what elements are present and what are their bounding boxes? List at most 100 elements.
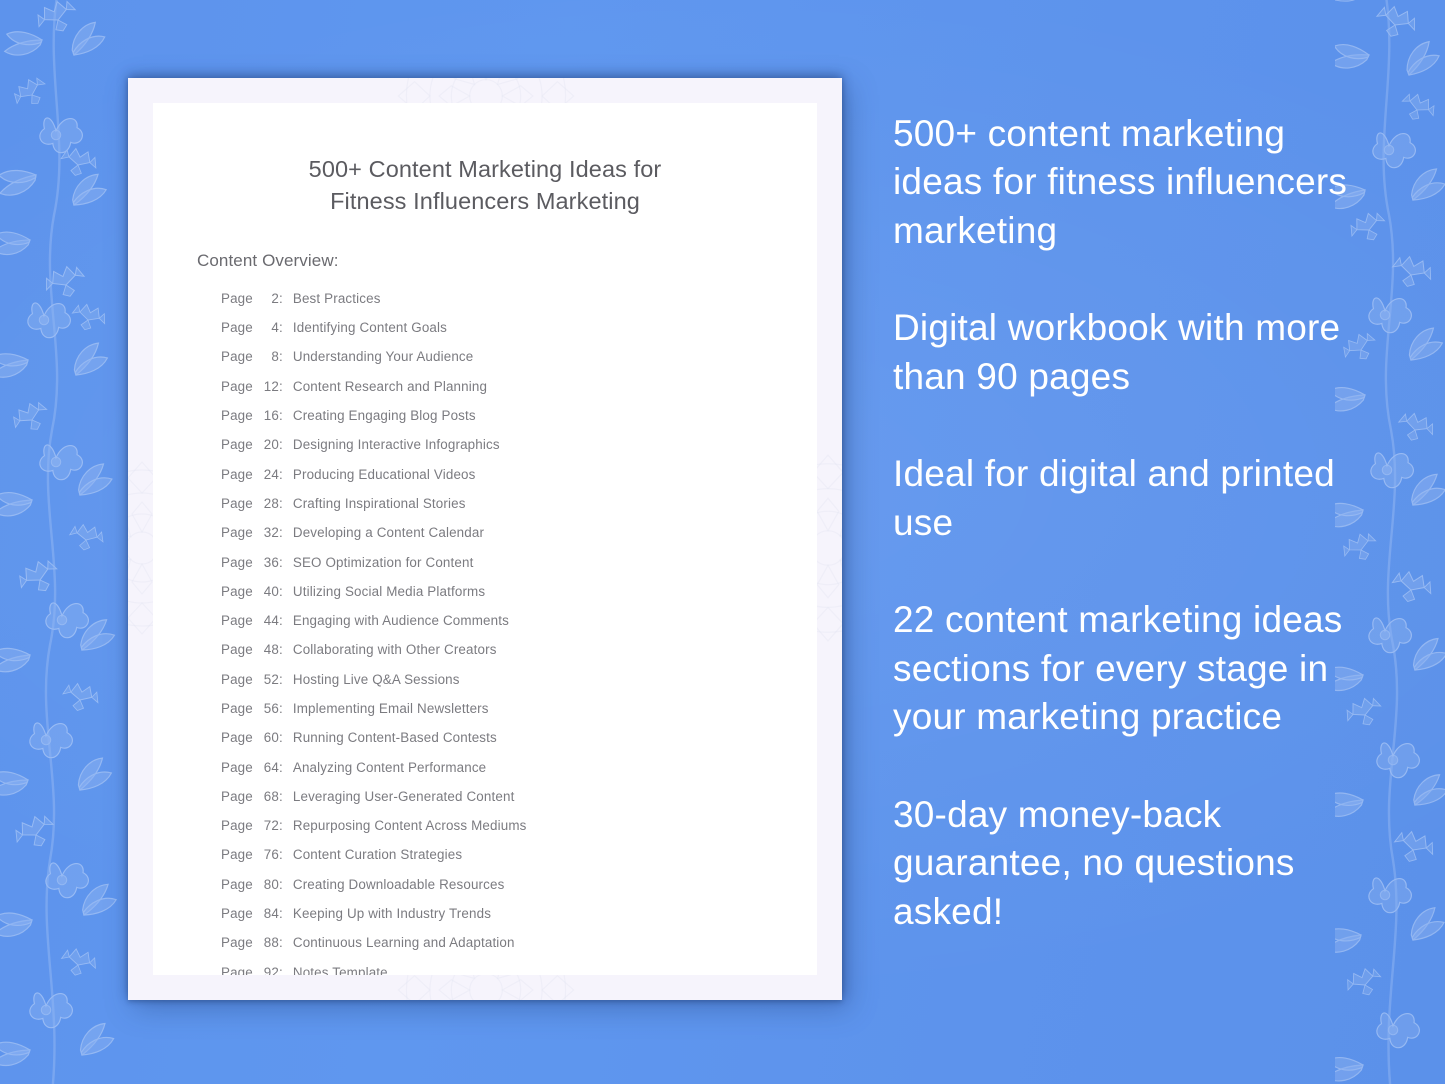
- toc-page-word: Page: [221, 935, 253, 951]
- toc-colon: :: [279, 349, 283, 365]
- toc-page-number: 68: [263, 788, 279, 804]
- toc-page-word: Page: [221, 290, 253, 306]
- toc-colon: :: [279, 701, 283, 716]
- toc-page-number: 12: [263, 378, 279, 394]
- toc-page-word: Page: [221, 964, 253, 975]
- toc-section-title: Utilizing Social Media Platforms: [292, 583, 486, 599]
- toc-colon: :: [279, 876, 283, 892]
- toc-row: Page 88: Continuous Learning and Adaptatio…: [221, 935, 817, 964]
- toc-section-title: Best Practices: [292, 290, 381, 306]
- toc-page-number: 36: [263, 554, 279, 570]
- toc-page-number: 64: [263, 759, 279, 775]
- toc-section-title: Creating Downloadable Resources: [292, 876, 505, 892]
- toc-section-title: Notes Template: [292, 964, 388, 975]
- toc-page-number: 2: [271, 290, 279, 306]
- toc-section-title: Leveraging User-Generated Content: [292, 788, 515, 804]
- toc-section-title: Collaborating with Other Creators: [292, 642, 497, 658]
- document-page: 500+ Content Marketing Ideas for Fitness…: [153, 103, 817, 975]
- toc-page-word: Page: [221, 495, 253, 511]
- toc-page-number: 20: [263, 437, 279, 453]
- toc-section-title: Keeping Up with Industry Trends: [292, 906, 492, 922]
- toc-colon: :: [279, 554, 283, 570]
- product-listing-image: 500+ Content Marketing Ideas for Fitness…: [0, 0, 1445, 1084]
- toc-row: Page 72: Repurposing Content Across Medium…: [221, 818, 817, 847]
- toc-colon: :: [279, 788, 283, 804]
- toc-page-number: 16: [263, 408, 279, 424]
- toc-page-word: Page: [221, 906, 253, 922]
- toc-row: Page 64: Analyzing Content Performance: [221, 760, 817, 789]
- toc-row: Page 48: Collaborating with Other Creators: [221, 642, 817, 671]
- page-title: 500+ Content Marketing Ideas for Fitness…: [153, 103, 817, 218]
- toc-page-word: Page: [221, 525, 253, 541]
- toc-row: Page 80: Creating Downloadable Resources: [221, 877, 817, 906]
- toc-page-word: Page: [221, 437, 253, 453]
- toc-section-title: Analyzing Content Performance: [292, 759, 487, 775]
- toc-page-number: 44: [263, 613, 279, 629]
- toc-page-word: Page: [221, 613, 253, 629]
- toc-page-number: 40: [263, 583, 279, 599]
- toc-section-title: Content Curation Strategies: [292, 847, 463, 863]
- toc-section-title: Continuous Learning and Adaptation: [292, 935, 515, 951]
- toc-page-word: Page: [221, 701, 253, 716]
- toc-colon: :: [279, 847, 283, 863]
- toc-section-title: SEO Optimization for Content: [292, 554, 474, 570]
- toc-page-word: Page: [221, 642, 253, 658]
- toc-colon: :: [279, 583, 283, 599]
- toc-row: Page 16: Creating Engaging Blog Posts: [221, 408, 817, 437]
- marketing-copy-item: Digital workbook with more than 90 pages: [893, 307, 1341, 397]
- floral-vine-pattern-icon: [0, 0, 119, 1084]
- toc-row: Page 8: Understanding Your Audience: [221, 349, 817, 378]
- toc-row: Page 20: Designing Interactive Infographic…: [221, 437, 817, 466]
- document-preview-card[interactable]: 500+ Content Marketing Ideas for Fitness…: [128, 78, 842, 1000]
- toc-page-number: 92: [263, 964, 279, 975]
- toc-page-number: 4: [271, 320, 279, 336]
- toc-colon: :: [279, 495, 283, 511]
- toc-section-title: Engaging with Audience Comments: [292, 613, 509, 629]
- toc-section-title: Crafting Inspirational Stories: [292, 495, 466, 511]
- toc-page-word: Page: [221, 759, 253, 775]
- toc-section-title: Repurposing Content Across Mediums: [292, 818, 527, 834]
- toc-page-word: Page: [221, 671, 253, 687]
- toc-page-number: 24: [263, 466, 279, 482]
- toc-row: Page 4: Identifying Content Goals: [221, 320, 817, 349]
- toc-row: Page 44: Engaging with Audience Comments: [221, 613, 817, 642]
- toc-section-title: Hosting Live Q&A Sessions: [292, 671, 460, 687]
- content-overview-label: Content Overview:: [197, 250, 339, 270]
- toc-page-word: Page: [221, 349, 253, 365]
- toc-row: Page 40: Utilizing Social Media Platforms: [221, 584, 817, 613]
- toc-section-title: Designing Interactive Infographics: [292, 437, 500, 453]
- toc-page-number: 32: [263, 525, 279, 541]
- toc-row: Page 32: Developing a Content Calendar: [221, 525, 817, 554]
- toc-page-number: 76: [263, 847, 279, 863]
- toc-colon: :: [279, 818, 283, 834]
- marketing-copy-item: 22 content marketing ideas sections for …: [893, 599, 1343, 738]
- page-title-line-2: Fitness Influencers Marketing: [330, 188, 640, 215]
- toc-colon: :: [279, 671, 283, 687]
- toc-page-number: 8: [271, 349, 279, 365]
- toc-row: Page 36: SEO Optimization for Content: [221, 555, 817, 584]
- toc-colon: :: [279, 437, 283, 453]
- toc-row: Page 28: Crafting Inspirational Stories: [221, 496, 817, 525]
- toc-colon: :: [279, 935, 283, 951]
- toc-colon: :: [279, 613, 283, 629]
- toc-page-word: Page: [221, 554, 253, 570]
- marketing-copy-item: Ideal for digital and printed use: [893, 453, 1335, 543]
- toc-page-number: 52: [263, 671, 279, 687]
- toc-page-number: 48: [263, 642, 279, 658]
- toc-colon: :: [279, 759, 283, 775]
- toc-page-word: Page: [221, 378, 253, 394]
- toc-page-word: Page: [221, 876, 253, 892]
- toc-row: Page 76: Content Curation Strategies: [221, 847, 817, 876]
- toc-section-title: Understanding Your Audience: [292, 349, 474, 365]
- toc-row: Page 24: Producing Educational Videos: [221, 467, 817, 496]
- toc-page-number: 56: [263, 701, 279, 716]
- marketing-copy-list: 500+ content marketing ideas for fitness…: [893, 110, 1363, 936]
- toc-row: Page 84: Keeping Up with Industry Trends: [221, 906, 817, 935]
- toc-colon: :: [279, 642, 283, 658]
- toc-section-title: Identifying Content Goals: [292, 320, 447, 336]
- toc-page-number: 28: [263, 495, 279, 511]
- table-of-contents: Page 2: Best Practices Page 4: Identifying Co…: [153, 271, 817, 975]
- toc-page-word: Page: [221, 788, 253, 804]
- toc-row: Page 52: Hosting Live Q&A Sessions: [221, 672, 817, 701]
- toc-page-word: Page: [221, 466, 253, 482]
